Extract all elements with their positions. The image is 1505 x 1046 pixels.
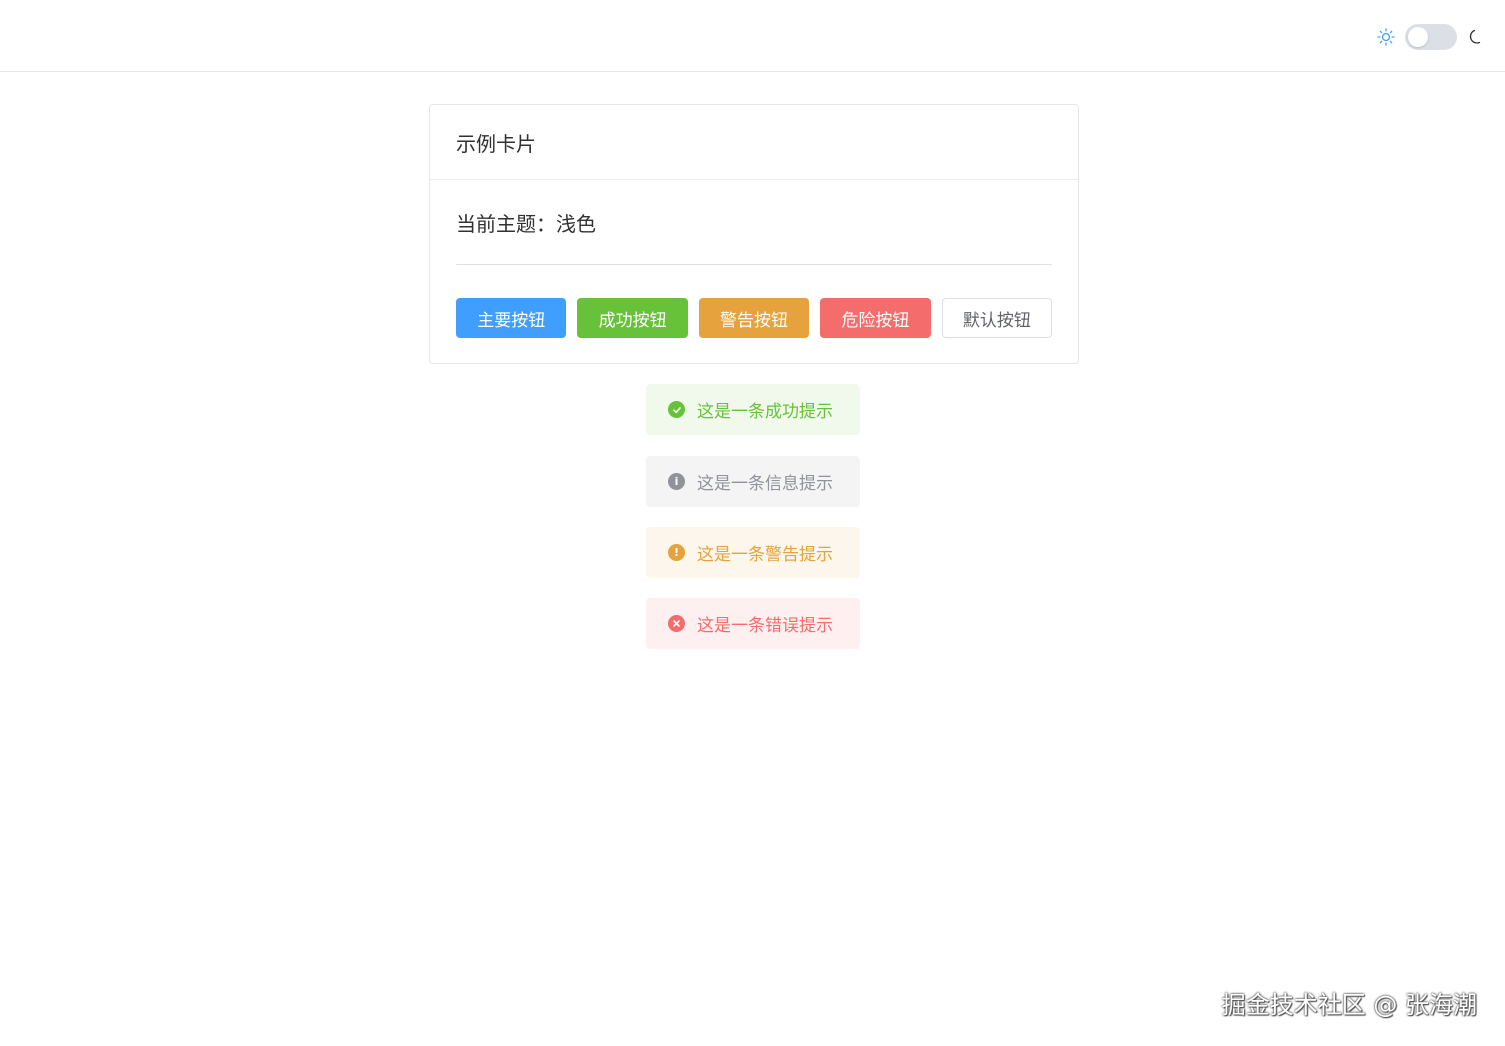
alert-text: 这是一条成功提示 (697, 402, 833, 422)
success-alert: 这是一条成功提示 (646, 384, 860, 435)
close-circle-icon (668, 615, 685, 632)
toggle-knob (1408, 27, 1428, 47)
primary-button[interactable]: 主要按钮 (456, 298, 567, 338)
theme-switch (1377, 24, 1485, 50)
current-theme-text: 当前主题：浅色 (456, 180, 1052, 265)
sun-icon (1377, 28, 1395, 46)
info-alert: i 这是一条信息提示 (646, 456, 860, 507)
success-button[interactable]: 成功按钮 (577, 298, 688, 338)
card-body: 当前主题：浅色 主要按钮 成功按钮 警告按钮 危险按钮 默认按钮 (430, 180, 1078, 338)
top-bar (0, 0, 1505, 72)
alert-text: 这是一条错误提示 (697, 616, 833, 636)
card-title: 示例卡片 (430, 105, 1078, 180)
info-circle-icon: i (668, 473, 685, 490)
alert-text: 这是一条警告提示 (697, 545, 833, 565)
alert-text: 这是一条信息提示 (697, 474, 833, 494)
check-circle-icon (668, 401, 685, 418)
warning-alert: ! 这是一条警告提示 (646, 527, 860, 578)
watermark: 掘金技术社区 @ 张海潮 (1221, 991, 1477, 1019)
warning-button[interactable]: 警告按钮 (698, 298, 810, 338)
example-card: 示例卡片 当前主题：浅色 主要按钮 成功按钮 警告按钮 危险按钮 默认按钮 (429, 104, 1079, 364)
danger-button[interactable]: 危险按钮 (820, 298, 931, 338)
button-row: 主要按钮 成功按钮 警告按钮 危险按钮 默认按钮 (456, 298, 1053, 338)
error-alert: 这是一条错误提示 (646, 598, 860, 649)
default-button[interactable]: 默认按钮 (941, 298, 1053, 338)
theme-toggle[interactable] (1405, 24, 1457, 50)
warning-circle-icon: ! (668, 544, 685, 561)
moon-icon (1467, 28, 1485, 46)
